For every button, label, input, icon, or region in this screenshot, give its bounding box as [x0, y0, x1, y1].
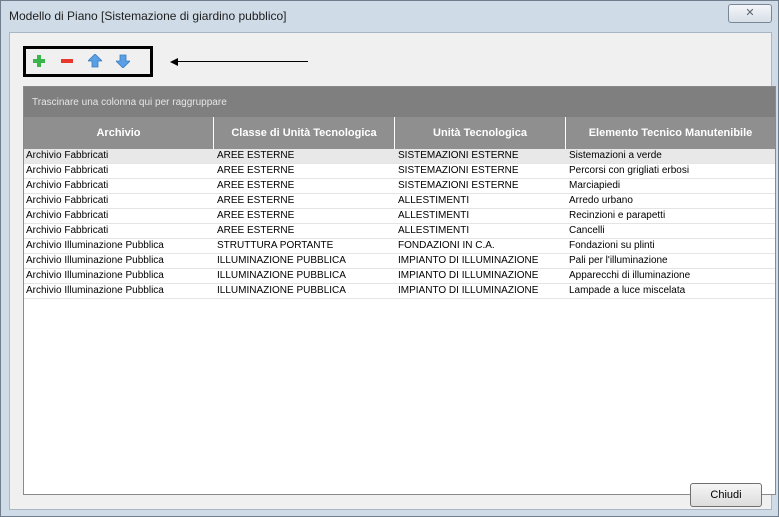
cell-classe: AREE ESTERNE	[217, 195, 295, 206]
toolbar	[23, 46, 153, 77]
group-by-panel[interactable]: Trascinare una colonna qui per raggruppa…	[24, 87, 775, 117]
close-button[interactable]: Chiudi	[690, 483, 762, 507]
cell-elemento: Apparecchi di illuminazione	[569, 270, 691, 281]
cell-unita: SISTEMAZIONI ESTERNE	[398, 150, 519, 161]
remove-button[interactable]	[58, 52, 76, 70]
table-row[interactable]: Archivio Illuminazione Pubblica STRUTTUR…	[24, 239, 775, 254]
cell-classe: ILLUMINAZIONE PUBBLICA	[217, 270, 346, 281]
table-row[interactable]: Archivio Illuminazione Pubblica ILLUMINA…	[24, 269, 775, 284]
cell-unita: IMPIANTO DI ILLUMINAZIONE	[398, 270, 539, 281]
table-row[interactable]: Archivio Illuminazione Pubblica ILLUMINA…	[24, 254, 775, 269]
grid-header: Archivio Classe di Unità Tecnologica Uni…	[24, 117, 775, 150]
cell-elemento: Marciapiedi	[569, 180, 621, 191]
minus-icon	[61, 59, 73, 63]
cell-archivio: Archivio Illuminazione Pubblica	[26, 255, 164, 266]
cell-archivio: Archivio Fabbricati	[26, 195, 109, 206]
table-row[interactable]: Archivio Fabbricati AREE ESTERNE ALLESTI…	[24, 224, 775, 239]
cell-elemento: Fondazioni su plinti	[569, 240, 655, 251]
table-row[interactable]: Archivio Fabbricati AREE ESTERNE SISTEMA…	[24, 149, 775, 164]
column-header-elemento-tecnico[interactable]: Elemento Tecnico Manutenibile	[566, 117, 775, 150]
table-row[interactable]: Archivio Illuminazione Pubblica ILLUMINA…	[24, 284, 775, 299]
column-header-unita-tecnologica[interactable]: Unità Tecnologica	[395, 117, 566, 150]
cell-archivio: Archivio Fabbricati	[26, 165, 109, 176]
cell-archivio: Archivio Fabbricati	[26, 180, 109, 191]
column-header-classe-unita-tecnologica[interactable]: Classe di Unità Tecnologica	[214, 117, 395, 150]
cell-classe: STRUTTURA PORTANTE	[217, 240, 334, 251]
column-header-archivio[interactable]: Archivio	[24, 117, 214, 150]
table-row[interactable]: Archivio Fabbricati AREE ESTERNE ALLESTI…	[24, 194, 775, 209]
cell-classe: AREE ESTERNE	[217, 180, 295, 191]
cell-elemento: Recinzioni e parapetti	[569, 210, 666, 221]
window-title: Modello di Piano [Sistemazione di giardi…	[9, 9, 287, 23]
cell-classe: ILLUMINAZIONE PUBBLICA	[217, 285, 346, 296]
dialog-window: Modello di Piano [Sistemazione di giardi…	[0, 0, 779, 517]
cell-classe: AREE ESTERNE	[217, 150, 295, 161]
cell-unita: SISTEMAZIONI ESTERNE	[398, 180, 519, 191]
grid-rows: Archivio Fabbricati AREE ESTERNE SISTEMA…	[24, 149, 775, 299]
cell-classe: ILLUMINAZIONE PUBBLICA	[217, 255, 346, 266]
cell-classe: AREE ESTERNE	[217, 165, 295, 176]
dialog-body: Trascinare una colonna qui per raggruppa…	[9, 32, 776, 510]
plus-icon	[33, 55, 45, 67]
cell-archivio: Archivio Fabbricati	[26, 225, 109, 236]
cell-classe: AREE ESTERNE	[217, 210, 295, 221]
cell-elemento: Pali per l'illuminazione	[569, 255, 668, 266]
table-row[interactable]: Archivio Fabbricati AREE ESTERNE ALLESTI…	[24, 209, 775, 224]
close-window-button[interactable]: ✕	[728, 4, 772, 23]
cell-elemento: Cancelli	[569, 225, 605, 236]
cell-elemento: Percorsi con grigliati erbosi	[569, 165, 690, 176]
arrow-down-icon	[116, 54, 130, 68]
cell-unita: ALLESTIMENTI	[398, 225, 470, 236]
cell-unita: FONDAZIONI IN C.A.	[398, 240, 495, 251]
move-down-button[interactable]	[114, 52, 132, 70]
cell-archivio: Archivio Fabbricati	[26, 150, 109, 161]
table-row[interactable]: Archivio Fabbricati AREE ESTERNE SISTEMA…	[24, 164, 775, 179]
add-button[interactable]	[30, 52, 48, 70]
cell-archivio: Archivio Fabbricati	[26, 210, 109, 221]
table-row[interactable]: Archivio Fabbricati AREE ESTERNE SISTEMA…	[24, 179, 775, 194]
cell-unita: IMPIANTO DI ILLUMINAZIONE	[398, 255, 539, 266]
annotation-arrow-line	[173, 61, 308, 62]
cell-unita: IMPIANTO DI ILLUMINAZIONE	[398, 285, 539, 296]
annotation-arrow-head-icon	[170, 58, 178, 66]
cell-archivio: Archivio Illuminazione Pubblica	[26, 240, 164, 251]
arrow-up-icon	[88, 54, 102, 68]
data-grid: Trascinare una colonna qui per raggruppa…	[23, 86, 776, 495]
cell-elemento: Sistemazioni a verde	[569, 150, 662, 161]
cell-elemento: Arredo urbano	[569, 195, 633, 206]
cell-archivio: Archivio Illuminazione Pubblica	[26, 285, 164, 296]
cell-unita: SISTEMAZIONI ESTERNE	[398, 165, 519, 176]
move-up-button[interactable]	[86, 52, 104, 70]
cell-classe: AREE ESTERNE	[217, 225, 295, 236]
cell-elemento: Lampade a luce miscelata	[569, 285, 686, 296]
cell-archivio: Archivio Illuminazione Pubblica	[26, 270, 164, 281]
title-bar[interactable]: Modello di Piano [Sistemazione di giardi…	[1, 1, 778, 31]
group-by-hint: Trascinare una colonna qui per raggruppa…	[32, 97, 227, 108]
cell-unita: ALLESTIMENTI	[398, 195, 470, 206]
cell-unita: ALLESTIMENTI	[398, 210, 470, 221]
